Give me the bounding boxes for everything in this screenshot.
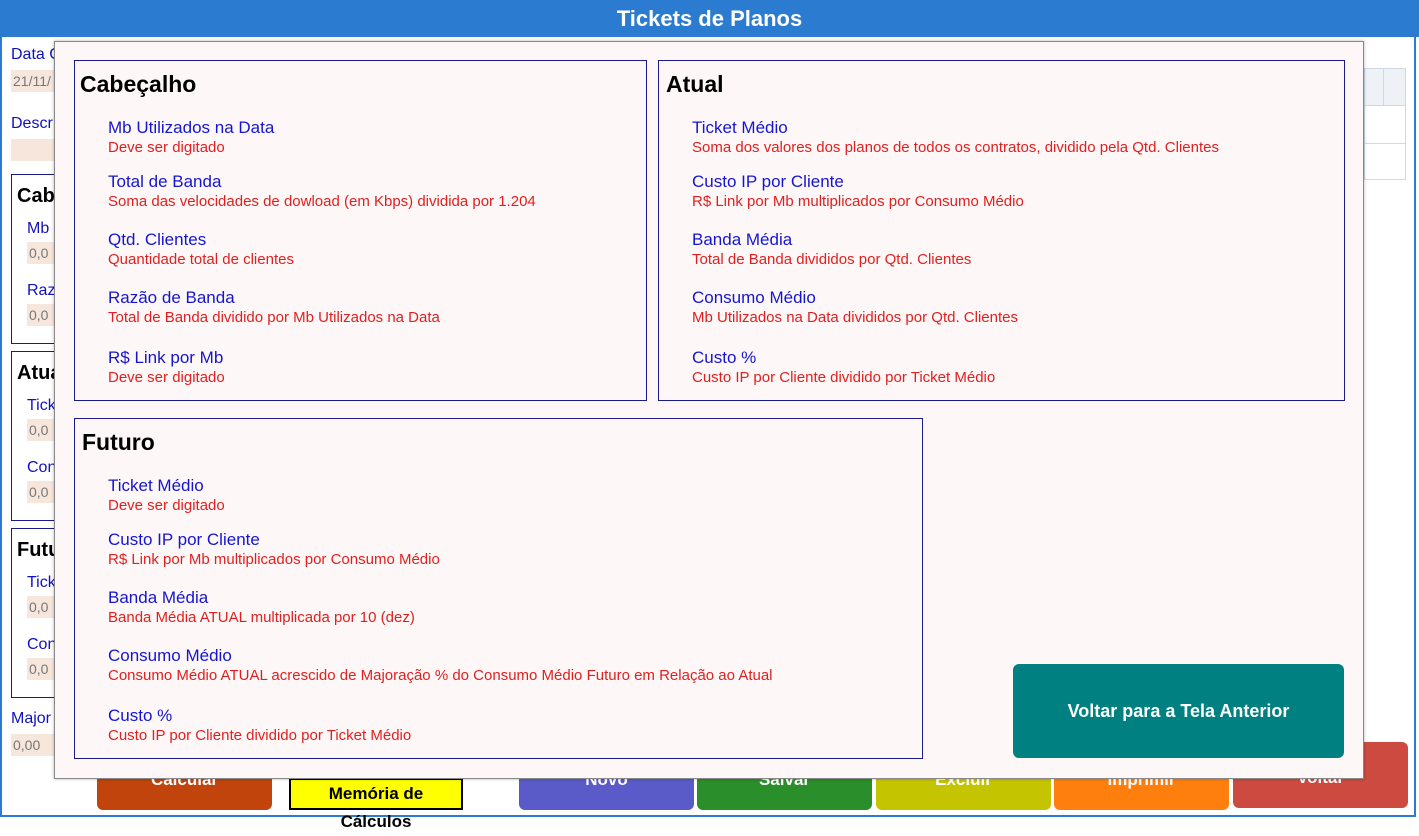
formula-desc: Deve ser digitado [108,369,225,386]
formula-desc: Total de Banda dividido por Mb Utilizado… [108,309,440,326]
formula-desc: Deve ser digitado [108,497,225,514]
bg-field-input[interactable]: 0,0 [27,419,54,441]
formula-name: R$ Link por Mb [108,348,224,367]
formula-desc: Deve ser digitado [108,139,225,156]
formula-desc: Banda Média ATUAL multiplicada por 10 (d… [108,609,415,626]
formula-name: Custo % [108,706,173,725]
formula-desc: Quantidade total de clientes [108,251,294,268]
formula-item: Banda Média Total de Banda divididos por… [692,230,971,268]
formula-desc: Total de Banda divididos por Qtd. Client… [692,251,972,268]
bg-field-label: Con [27,636,57,653]
formula-item: Custo % Custo IP por Cliente dividido po… [108,706,411,744]
formula-item: Total de Banda Soma das velocidades de d… [108,172,536,210]
back-to-previous-button[interactable]: Voltar para a Tela Anterior [1013,664,1344,758]
formula-name: Ticket Médio [108,476,204,495]
formula-desc: Custo IP por Cliente dividido por Ticket… [108,727,412,744]
formula-desc: R$ Link por Mb multiplicados por Consumo… [108,551,440,568]
formula-item: Ticket Médio Deve ser digitado [108,476,225,514]
formula-desc: Soma dos valores dos planos de todos os … [692,139,1219,156]
bg-field-label: Tick [27,574,56,591]
formula-item: Mb Utilizados na Data Deve ser digitado [108,118,274,156]
formula-name: Consumo Médio [108,646,232,665]
formula-name: Ticket Médio [692,118,788,137]
bg-field-input[interactable]: 0,0 [27,658,54,680]
description-input[interactable] [11,139,54,161]
majoracao-label: Major [11,710,52,727]
panel-cabecalho: Cabeçalho Mb Utilizados na Data Deve ser… [74,60,647,401]
description-label: Descr [11,115,53,132]
formula-item: R$ Link por Mb Deve ser digitado [108,348,225,386]
bg-field-input[interactable]: 0,0 [27,481,54,503]
bg-field-label: Mb [27,220,50,237]
formula-item: Ticket Médio Soma dos valores dos planos… [692,118,1219,156]
formula-name: Custo IP por Cliente [108,530,260,549]
formula-name: Consumo Médio [692,288,816,307]
formula-item: Consumo Médio Consumo Médio ATUAL acresc… [108,646,773,684]
panel-cabecalho-title: Cabeçalho [80,71,197,97]
date-input[interactable]: 21/11/ [11,70,54,92]
majoracao-input[interactable]: 0,00 [11,734,54,756]
formula-item: Custo IP por Cliente R$ Link por Mb mult… [692,172,1024,210]
formula-item: Custo % Custo IP por Cliente dividido po… [692,348,995,386]
formula-desc: Consumo Médio ATUAL acrescido de Majoraç… [108,667,773,684]
panel-atual: Atual Ticket Médio Soma dos valores dos … [658,60,1345,401]
window-title: Tickets de Planos [0,0,1419,37]
formula-name: Qtd. Clientes [108,230,207,249]
panel-futuro-title: Futuro [82,429,155,455]
panel-atual-title: Atual [666,71,724,97]
formula-desc: Mb Utilizados na Data divididos por Qtd.… [692,309,1018,326]
panel-futuro: Futuro Ticket Médio Deve ser digitado Cu… [74,418,923,759]
bg-field-label: Raz [27,282,56,299]
bg-field-input[interactable]: 0,0 [27,304,54,326]
formula-item: Banda Média Banda Média ATUAL multiplica… [108,588,415,626]
formula-name: Razão de Banda [108,288,235,307]
memoria-calculos-button[interactable]: Memória de Cálculos [289,778,463,831]
formula-name: Total de Banda [108,172,222,191]
formula-name: Custo IP por Cliente [692,172,844,191]
formula-name: Banda Média [108,588,209,607]
formula-name: Mb Utilizados na Data [108,118,275,137]
formula-item: Consumo Médio Mb Utilizados na Data divi… [692,288,1018,326]
bg-field-input[interactable]: 0,0 [27,242,54,264]
bg-table [1364,68,1406,180]
formula-item: Qtd. Clientes Quantidade total de client… [108,230,294,268]
formula-desc: Custo IP por Cliente dividido por Ticket… [692,369,996,386]
bg-field-label: Con [27,459,57,476]
bg-field-input[interactable]: 0,0 [27,596,54,618]
formula-desc: Soma das velocidades de dowload (em Kbps… [108,193,536,210]
formula-item: Razão de Banda Total de Banda dividido p… [108,288,440,326]
formula-item: Custo IP por Cliente R$ Link por Mb mult… [108,530,440,568]
bg-field-label: Tick [27,397,56,414]
memoria-calculos-dialog: Cabeçalho Mb Utilizados na Data Deve ser… [54,41,1364,779]
formula-desc: R$ Link por Mb multiplicados por Consumo… [692,193,1024,210]
formula-name: Banda Média [692,230,793,249]
formula-name: Custo % [692,348,757,367]
